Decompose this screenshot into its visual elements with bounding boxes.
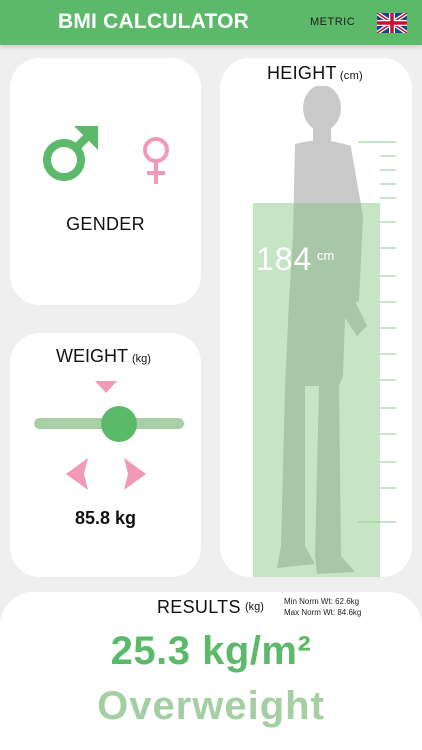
weight-card: WEIGHT (kg) 85.8 kg — [10, 333, 201, 577]
weight-slider-thumb[interactable] — [101, 406, 137, 442]
metric-toggle-button[interactable]: METRIC — [310, 16, 355, 28]
height-unit: (cm) — [339, 70, 364, 82]
height-card: HEIGHT (cm) 184 cm — [220, 58, 412, 577]
uk-flag-icon[interactable] — [377, 13, 407, 33]
gender-label: GENDER — [66, 214, 145, 234]
weight-title: WEIGHT (kg) — [56, 346, 151, 367]
height-value-unit: cm — [317, 248, 335, 263]
min-norm-weight: Min Norm Wt: 62.6kg — [284, 597, 360, 606]
height-ruler[interactable] — [358, 136, 398, 576]
height-value: 184 — [256, 241, 313, 277]
weight-title-text: WEIGHT — [56, 346, 128, 366]
bmi-classification: Overweight — [97, 684, 325, 728]
top-app-bar: BMI CALCULATOR METRIC — [0, 0, 422, 45]
male-symbol-icon[interactable] — [40, 124, 100, 184]
height-title: HEIGHT (cm) — [267, 63, 363, 84]
max-norm-weight: Max Norm Wt: 84.6kg — [284, 608, 362, 617]
results-title: RESULTS — [157, 597, 241, 617]
gender-card: GENDER — [10, 58, 201, 305]
slider-marker-icon — [95, 381, 117, 393]
results-card: RESULTS (kg) Min Norm Wt: 62.6kg Max Nor… — [0, 592, 422, 750]
increase-weight-icon[interactable] — [120, 456, 150, 492]
weight-unit: (kg) — [132, 353, 151, 365]
bmi-value: 25.3 kg/m² — [110, 629, 312, 673]
weight-value: 85.8 kg — [74, 508, 137, 528]
height-title-text: HEIGHT — [267, 63, 337, 83]
female-symbol-icon[interactable] — [136, 134, 176, 186]
decrease-weight-icon[interactable] — [62, 456, 92, 492]
results-unit: (kg) — [245, 601, 264, 613]
app-title: BMI CALCULATOR — [58, 10, 250, 33]
